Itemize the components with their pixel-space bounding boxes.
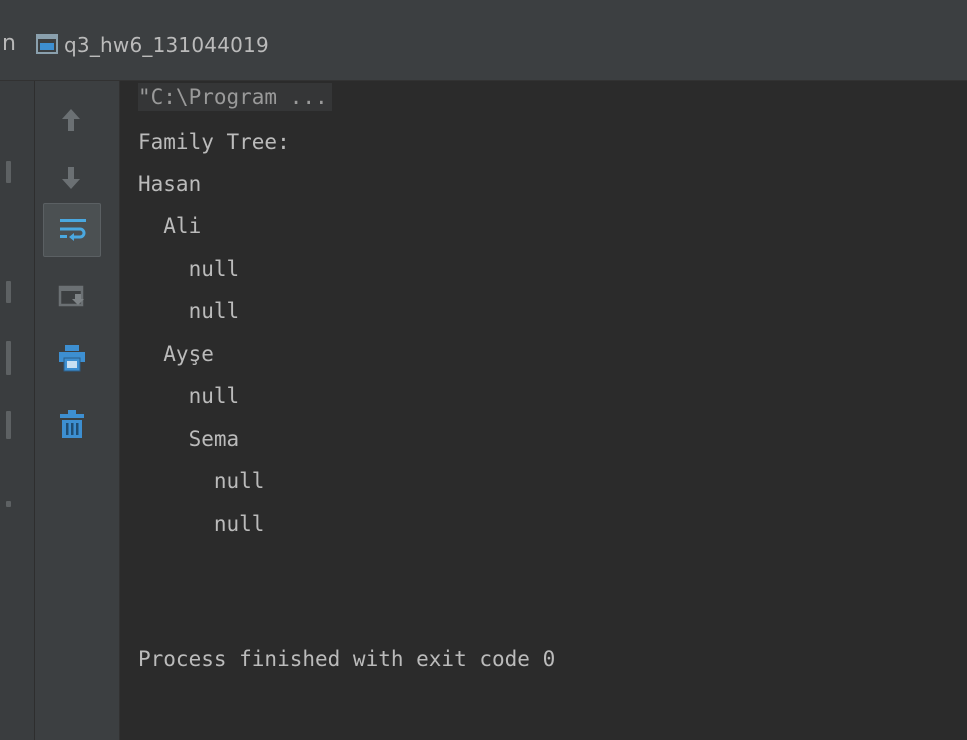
scroll-to-end-button[interactable] xyxy=(43,269,101,323)
output-line: null xyxy=(138,299,240,323)
trash-icon xyxy=(60,410,84,438)
soft-wrap-button[interactable] xyxy=(43,203,101,257)
console-output[interactable]: "C:\Program ... Family Tree: Hasan Ali n… xyxy=(120,81,967,740)
output-line: Hasan xyxy=(138,172,202,196)
strip-mark xyxy=(6,161,11,183)
strip-mark xyxy=(6,281,11,303)
console-tab-icon xyxy=(36,34,58,54)
console-toolbar xyxy=(35,81,120,740)
run-tool-window-header: n q3_hw6_131044019 xyxy=(0,0,967,81)
output-line: null xyxy=(138,257,240,281)
down-button[interactable] xyxy=(43,151,101,205)
down-arrow-icon xyxy=(62,167,80,189)
strip-mark xyxy=(6,341,11,375)
print-icon xyxy=(59,345,85,372)
up-button[interactable] xyxy=(43,93,101,147)
output-line: Family Tree: xyxy=(138,130,290,154)
print-button[interactable] xyxy=(43,331,101,385)
output-line: null xyxy=(138,469,265,493)
exit-message: Process finished with exit code 0 xyxy=(138,647,556,671)
run-configuration-title[interactable]: q3_hw6_131044019 xyxy=(64,31,269,59)
header-prefix: n xyxy=(2,31,16,56)
output-line: Ali xyxy=(138,214,202,238)
scroll-to-end-icon xyxy=(58,285,84,307)
up-arrow-icon xyxy=(62,109,80,131)
strip-mark xyxy=(6,411,11,439)
output-line: Ayşe xyxy=(138,342,214,366)
soft-wrap-icon xyxy=(60,219,86,241)
strip-mark xyxy=(6,501,11,507)
outer-panel-strip xyxy=(0,81,35,740)
command-line[interactable]: "C:\Program ... xyxy=(138,83,332,111)
output-line: null xyxy=(138,512,265,536)
output-line: null xyxy=(138,384,240,408)
output-line: Sema xyxy=(138,427,240,451)
clear-all-button[interactable] xyxy=(43,397,101,451)
run-tool-window: n q3_hw6_131044019 "C:\Program ... Famil… xyxy=(0,0,967,740)
